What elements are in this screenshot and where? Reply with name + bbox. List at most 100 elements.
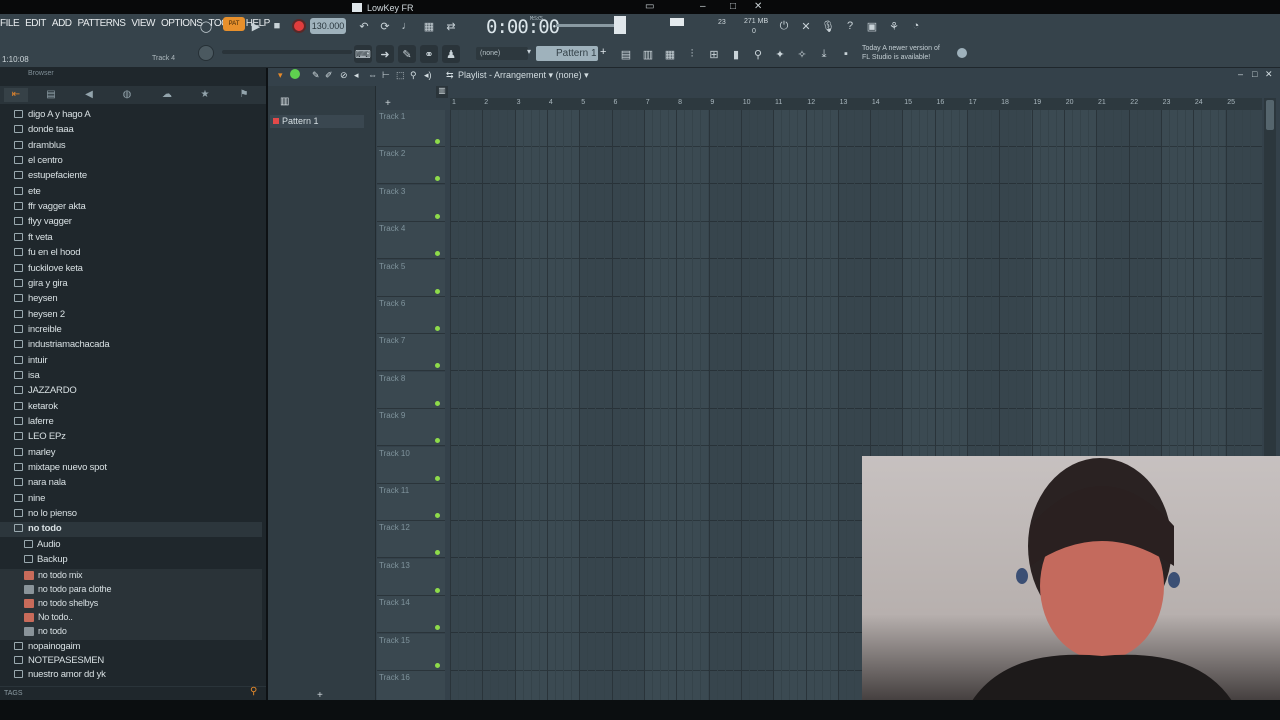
power-icon[interactable]: ⏻	[775, 17, 793, 35]
pattern-1-clip[interactable]: Pattern 1	[270, 115, 364, 128]
browser-folder-item[interactable]: nine	[0, 492, 262, 507]
track-header[interactable]: Track 12	[377, 521, 445, 559]
countdown-icon[interactable]: ♩	[398, 17, 416, 35]
track-header[interactable]: Track 14	[377, 596, 445, 634]
menu-item-view[interactable]: VIEW	[131, 18, 155, 34]
browser-folder-item[interactable]: marley	[0, 446, 262, 461]
browser-folder-item[interactable]: intuir	[0, 354, 262, 369]
browser-globe-icon[interactable]: ◍	[120, 88, 134, 102]
mixer-icon[interactable]: ⫶	[683, 45, 701, 63]
playlist-icon[interactable]: ▤	[617, 45, 635, 63]
paint-tool-icon[interactable]: ✐	[325, 70, 333, 81]
slice-tool-icon[interactable]: ⊢	[382, 70, 390, 81]
browser-file-item[interactable]: no todo para clothe	[0, 582, 262, 598]
track-header[interactable]: Track 10	[377, 446, 445, 484]
pattern-selector[interactable]: Pattern 1	[536, 46, 598, 61]
track-mute-led[interactable]	[435, 625, 440, 631]
news-icon[interactable]	[957, 48, 967, 58]
track-mute-led[interactable]	[435, 213, 440, 219]
pencil-icon[interactable]: ✎	[398, 45, 416, 63]
browser-folder-item[interactable]: ft veta	[0, 231, 262, 246]
download-icon[interactable]: ⤓	[815, 45, 833, 63]
browser-folder-item[interactable]: NOTEPASESMEN	[0, 654, 262, 669]
browser-folder-item[interactable]: laferre	[0, 415, 262, 430]
browser-folder-item[interactable]: nopainogaim	[0, 640, 262, 655]
master-volume-knob[interactable]	[198, 45, 214, 61]
browser-tags-icon[interactable]: ⚑	[237, 88, 251, 102]
window-icon[interactable]: ▭	[645, 1, 654, 12]
song-clock[interactable]: 0:00:00 M:S:CS	[486, 16, 560, 38]
track-mute-led[interactable]	[435, 288, 440, 294]
arrows-icon[interactable]: ⇆	[446, 70, 454, 81]
track-mute-led[interactable]	[435, 438, 440, 444]
tools-icon[interactable]: ✕	[797, 17, 815, 35]
track-header[interactable]: Track 15	[377, 633, 445, 671]
browser-folder-item[interactable]: Audio	[0, 538, 262, 553]
browser-folder-item[interactable]: el centro	[0, 154, 262, 169]
track-mute-led[interactable]	[435, 513, 440, 518]
browser-folder-item[interactable]: LEO EPz	[0, 430, 262, 445]
track-header[interactable]: Track 7	[377, 334, 445, 372]
master-volume-slider[interactable]	[556, 24, 616, 27]
browser-file-item[interactable]: No todo..	[0, 610, 262, 626]
track-header[interactable]: Track 5	[377, 259, 445, 297]
browser-folder-item[interactable]: heysen	[0, 292, 262, 307]
track-header[interactable]: Track 8	[377, 371, 445, 409]
chat-icon[interactable]: ◔	[907, 17, 925, 35]
maximize-button[interactable]: □	[730, 1, 736, 12]
draw-tool-icon[interactable]: ✎	[312, 70, 320, 81]
microphone-icon[interactable]: 🎙	[819, 17, 837, 35]
close-icon[interactable]: ✕	[1265, 69, 1273, 80]
browser-folder-item[interactable]: digo A y hago A	[0, 108, 262, 123]
mute-tool-icon[interactable]: ◂	[354, 70, 359, 81]
link-icon[interactable]: ⚭	[420, 45, 438, 63]
track-mute-led[interactable]	[435, 326, 440, 331]
track-header[interactable]: Track 13	[377, 558, 445, 596]
browser-folder-item[interactable]: nara nala	[0, 476, 262, 491]
browser-folder-item[interactable]: gira y gira	[0, 277, 262, 292]
tags-bar[interactable]: TAGS	[0, 686, 266, 700]
track-mute-led[interactable]	[435, 587, 440, 593]
browser-folder-item[interactable]: flyy vagger	[0, 215, 262, 230]
track-mute-led[interactable]	[435, 251, 440, 257]
plugin-picker-icon[interactable]: ⚲	[749, 45, 767, 63]
browser-folder-item[interactable]: no lo pienso	[0, 507, 262, 522]
stop-icon[interactable]: ■	[268, 17, 286, 35]
track-mode-icon[interactable]: ▥	[436, 86, 448, 98]
channel-rack-icon[interactable]: ▦	[661, 45, 679, 63]
maximize-icon[interactable]: □	[1252, 69, 1257, 79]
plugin-icon[interactable]: ⚘	[885, 17, 903, 35]
play-icon[interactable]: ▶	[247, 17, 265, 35]
tempo-display[interactable]: 130.000	[310, 18, 346, 34]
help-icon[interactable]: ?	[841, 17, 859, 35]
browser-folder-item[interactable]: fuckilove keta	[0, 262, 262, 277]
browser-file-item[interactable]: no todo mix	[0, 568, 262, 584]
track-header[interactable]: Track 6	[377, 297, 445, 334]
menu-item-edit[interactable]: EDIT	[25, 18, 46, 34]
browser-speaker-icon[interactable]: ◀	[82, 88, 96, 102]
browser-folder-item[interactable]: nuestro amor dd yk	[0, 668, 262, 683]
add-track-icon[interactable]: +	[385, 98, 391, 109]
browser-folder-item[interactable]: dramblus	[0, 139, 262, 154]
browser-files-icon[interactable]: ▤	[44, 88, 58, 102]
browser-folder-item[interactable]: Backup	[0, 553, 262, 568]
track-header[interactable]: Track 2	[377, 147, 445, 185]
timeline-ruler[interactable]: 1 2 3 4 5 6 7 8 9 10 11 12 13 14 15 16 17 18 19 20 21 22 23 24 2…	[450, 98, 1262, 110]
track-mute-led[interactable]	[435, 475, 440, 481]
browser-folder-item[interactable]: ffr vagger akta	[0, 200, 262, 215]
scroll-thumb[interactable]	[1266, 100, 1274, 130]
close-button[interactable]: ✕	[754, 1, 762, 12]
browser-folder-item[interactable]: fu en el hood	[0, 246, 262, 261]
master-pitch-slider[interactable]	[222, 50, 352, 54]
minimize-icon[interactable]: –	[1238, 69, 1243, 79]
news-panel[interactable]: Today A newer version of FL Studio is av…	[862, 44, 940, 62]
metronome-icon[interactable]: ◯	[197, 17, 215, 35]
slip-tool-icon[interactable]: ⇔	[368, 70, 377, 80]
wait-icon[interactable]: ↶	[355, 17, 373, 35]
browser-file-item[interactable]: no todo	[0, 624, 262, 640]
playlist-title-bar[interactable]: ▾ ✎ ✐ ⊘ ◂ ⇔ ⊢ ⬚ ⚲ ◂) ⇆ Playlist - Arrang…	[270, 69, 1278, 82]
search-icon[interactable]: ⚲	[250, 686, 264, 700]
picker-icon[interactable]: ▥	[280, 96, 289, 107]
browser-file-item[interactable]: no todo shelbys	[0, 596, 262, 612]
menu-item-file[interactable]: FILE	[0, 18, 20, 34]
